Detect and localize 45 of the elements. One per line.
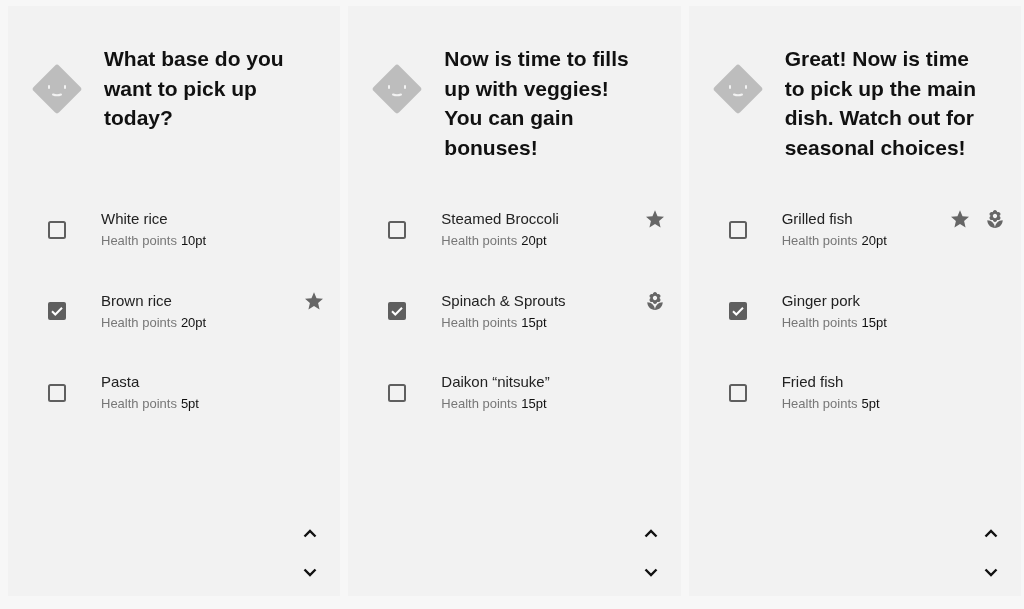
health-points-value: 5pt [180, 395, 199, 414]
chevron-down-icon [303, 567, 318, 577]
health-points-value: 20pt [521, 232, 547, 251]
checkbox[interactable] [48, 383, 66, 402]
checkbox[interactable] [388, 302, 407, 321]
checkbox[interactable] [48, 220, 66, 239]
chevron-up-icon [984, 528, 998, 538]
health-points-value: 10pt [180, 232, 207, 251]
food-name: Fried fish [781, 372, 845, 393]
food-name: Steamed Broccoli [441, 209, 560, 230]
checkbox[interactable] [388, 220, 407, 239]
checkbox[interactable] [48, 302, 66, 321]
health-points-value: 15pt [861, 313, 887, 332]
food-name: Ginger pork [781, 290, 862, 311]
food-name: White rice [101, 209, 169, 230]
health-points-label: Health points [781, 313, 858, 332]
checkbox[interactable] [728, 302, 747, 321]
health-points-value: 20pt [861, 232, 887, 251]
health-points-value: 5pt [861, 395, 880, 414]
food-name: Brown rice [101, 290, 173, 311]
question-title: Now is time to fills up with veggies! You can gain bonuses! [444, 46, 630, 161]
checkbox[interactable] [728, 220, 747, 239]
checkbox[interactable] [388, 383, 407, 402]
food-name: Pasta [101, 372, 141, 393]
health-points-label: Health points [101, 395, 177, 414]
chevron-up-icon [643, 528, 658, 538]
chevron-down-icon [643, 567, 658, 577]
health-points-label: Health points [441, 232, 518, 251]
health-points-value: 20pt [180, 313, 207, 332]
health-points-label: Health points [101, 313, 177, 332]
health-points-label: Health points [101, 232, 177, 251]
health-points-value: 15pt [521, 395, 547, 414]
health-points-label: Health points [441, 313, 518, 332]
food-name: Grilled fish [781, 209, 854, 230]
health-points-label: Health points [441, 395, 518, 414]
food-name: Spinach & Sprouts [441, 290, 567, 311]
chevron-up-icon [303, 528, 318, 538]
food-name: Daikon “nitsuke” [441, 372, 551, 393]
checkbox[interactable] [728, 383, 747, 402]
chevron-down-icon [984, 567, 998, 577]
question-title: Great! Now is time to pick up the main dish. Watch out for seasonal choices! [784, 46, 977, 161]
question-title: What base do you want to pick up today? [104, 46, 285, 131]
health-points-label: Health points [781, 232, 858, 251]
health-points-value: 15pt [521, 313, 547, 332]
health-points-label: Health points [781, 395, 858, 414]
